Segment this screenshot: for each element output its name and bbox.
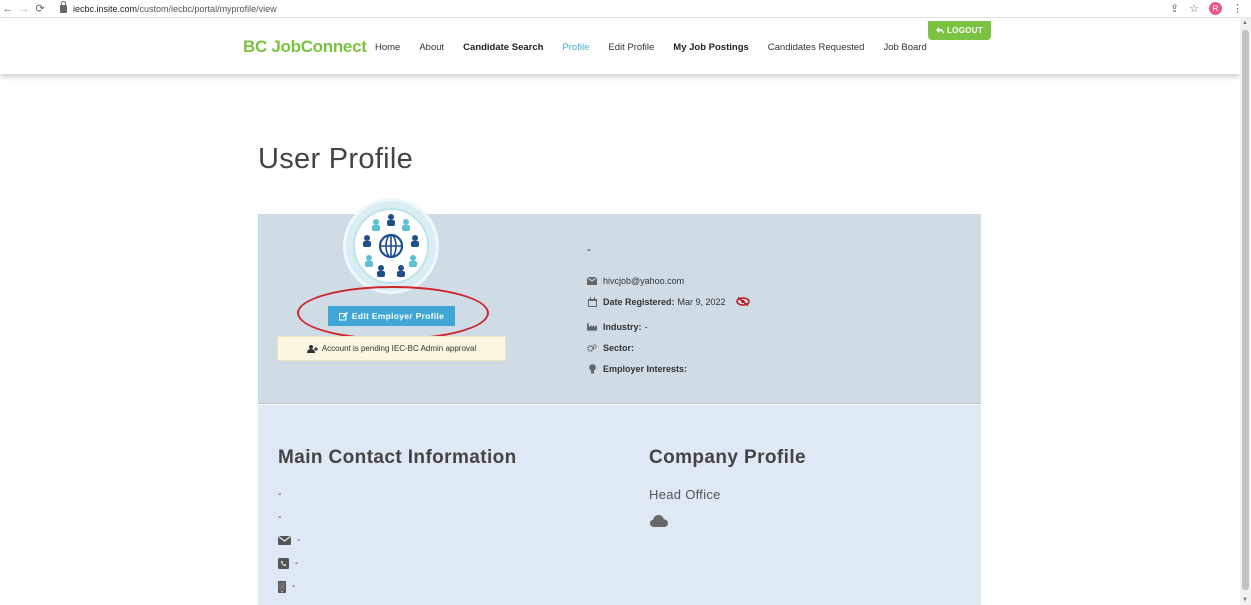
sector-row: Sector: xyxy=(587,337,750,358)
date-registered-row: Date Registered: Mar 9, 2022 xyxy=(587,291,750,312)
nav-profile[interactable]: Profile xyxy=(562,42,589,53)
industry-value: - xyxy=(644,321,648,332)
employer-interests-label: Employer Interests: xyxy=(603,363,688,374)
scroll-up-icon[interactable]: ▲ xyxy=(1242,20,1248,26)
nav-my-job-postings[interactable]: My Job Postings xyxy=(673,42,748,53)
forward-arrow-icon[interactable]: → xyxy=(16,3,32,15)
nav-edit-profile[interactable]: Edit Profile xyxy=(608,42,654,53)
eye-slash-icon[interactable] xyxy=(735,297,750,306)
menu-kebab-icon[interactable]: ⋮ xyxy=(1232,2,1243,15)
people-globe-icon xyxy=(353,208,429,284)
phone-square-icon xyxy=(278,558,289,569)
back-arrow-icon[interactable]: ← xyxy=(0,3,16,15)
profile-details: - hivcjob@yahoo.com Date Registered: Mar… xyxy=(587,242,750,379)
edit-icon xyxy=(338,311,348,320)
pending-approval-notice: Account is pending IEC-BC Admin approval xyxy=(277,336,506,361)
scroll-down-icon[interactable]: ▼ xyxy=(1242,597,1248,603)
main-nav: Home About Candidate Search Profile Edit… xyxy=(375,42,946,53)
industry-label: Industry: xyxy=(603,321,642,332)
undo-arrow-icon xyxy=(935,27,944,34)
contact-mobile: - xyxy=(292,581,296,592)
contact-phone: - xyxy=(295,558,299,569)
reload-icon[interactable]: ⟳ xyxy=(32,2,48,15)
envelope-icon xyxy=(278,536,291,545)
brand-logo[interactable]: BC JobConnect xyxy=(243,37,367,57)
mobile-phone-icon xyxy=(278,580,286,593)
nav-candidate-search[interactable]: Candidate Search xyxy=(463,42,543,53)
calendar-icon xyxy=(587,296,597,307)
company-profile-title: Company Profile xyxy=(649,447,806,468)
cogs-icon xyxy=(587,343,597,353)
page-scrollbar[interactable]: ▲ ▼ xyxy=(1240,18,1251,605)
contact-email: - xyxy=(297,535,301,546)
main-contact-title: Main Contact Information xyxy=(278,447,517,468)
share-icon[interactable]: ⇪ xyxy=(1170,2,1179,15)
address-bar[interactable]: iecbc.insite.com/custom/iecbc/portal/myp… xyxy=(60,0,277,16)
email-row: hivcjob@yahoo.com xyxy=(587,270,750,291)
lightbulb-icon xyxy=(587,363,597,374)
nav-candidates-requested[interactable]: Candidates Requested xyxy=(768,42,865,53)
date-registered-value: Mar 9, 2022 xyxy=(677,296,726,307)
star-icon[interactable]: ☆ xyxy=(1189,2,1199,15)
envelope-icon xyxy=(587,276,597,286)
user-plus-icon xyxy=(306,344,318,353)
site-header: BC JobConnect Home About Candidate Searc… xyxy=(0,18,1240,74)
industry-icon xyxy=(587,322,597,332)
cloud-icon xyxy=(650,514,668,532)
employer-avatar xyxy=(343,198,439,294)
scrollbar-thumb[interactable] xyxy=(1242,30,1249,590)
nav-about[interactable]: About xyxy=(419,42,444,53)
contact-line-2: - xyxy=(278,512,282,523)
contact-company-section: Main Contact Information - - - - - Compa… xyxy=(258,405,981,605)
logout-button[interactable]: LOGOUT xyxy=(928,21,991,40)
industry-row: Industry: - xyxy=(587,316,750,337)
nav-home[interactable]: Home xyxy=(375,42,400,53)
contact-mobile-row: - xyxy=(278,575,300,598)
edit-employer-profile-label: Edit Employer Profile xyxy=(351,311,445,321)
nav-job-board[interactable]: Job Board xyxy=(883,42,926,53)
contact-line-1: - xyxy=(278,489,282,500)
contact-phone-row: - xyxy=(278,552,300,575)
profile-name: - xyxy=(587,242,591,256)
url-host: iecbc.insite.com xyxy=(73,3,138,14)
page-title: User Profile xyxy=(258,143,414,175)
browser-toolbar: ← → ⟳ iecbc.insite.com/custom/iecbc/port… xyxy=(0,0,1251,18)
contact-list: - - - - - xyxy=(278,483,300,598)
sector-label: Sector: xyxy=(603,342,635,353)
lock-icon xyxy=(60,0,67,13)
browser-profile-avatar[interactable]: R xyxy=(1209,2,1222,15)
profile-email[interactable]: hivcjob@yahoo.com xyxy=(603,276,684,286)
profile-card: Edit Employer Profile Account is pending… xyxy=(258,198,981,404)
logout-label: LOGOUT xyxy=(946,26,984,35)
date-registered-label: Date Registered: xyxy=(603,296,675,307)
contact-email-row: - xyxy=(278,529,300,552)
head-office-label: Head Office xyxy=(649,487,721,502)
pending-approval-text: Account is pending IEC-BC Admin approval xyxy=(321,344,477,353)
edit-employer-profile-button[interactable]: Edit Employer Profile xyxy=(328,306,455,326)
url-path: /custom/iecbc/portal/myprofile/view xyxy=(137,3,277,14)
employer-interests-row: Employer Interests: xyxy=(587,358,750,379)
